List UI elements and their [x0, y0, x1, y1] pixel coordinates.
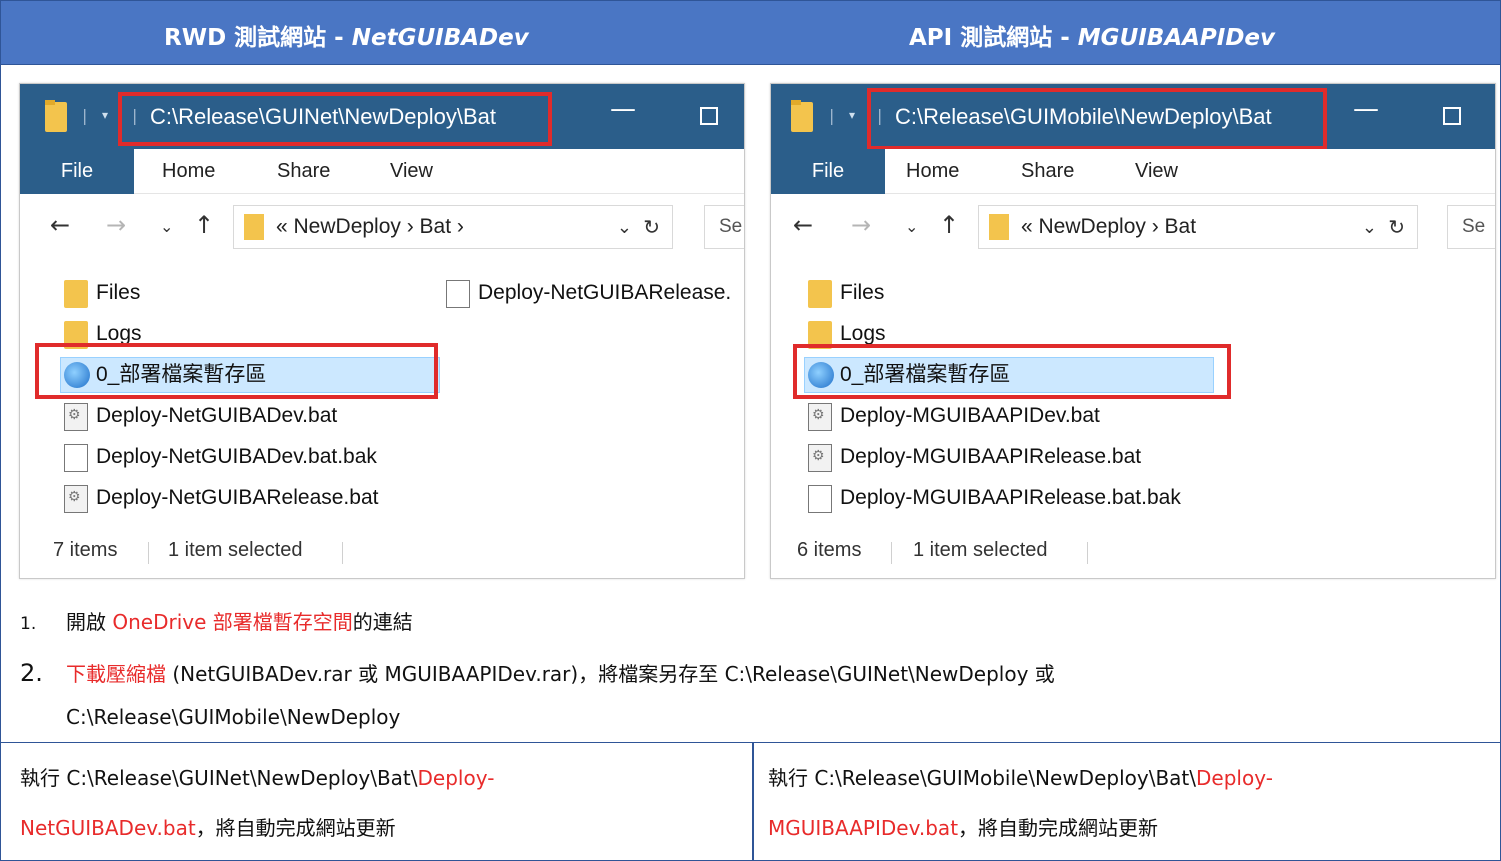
refresh-icon[interactable]: ↻ [643, 215, 660, 239]
path-highlight-box [867, 88, 1327, 150]
minimize-button[interactable]: — [1353, 94, 1379, 124]
instruction-text: ，將自動完成網站更新 [195, 816, 396, 840]
path-highlight-box [118, 92, 552, 146]
tab-view[interactable]: View [1135, 149, 1178, 194]
step-2: 2. 下載壓縮檔 (NetGUIBADev.rar 或 MGUIBAAPIDev.… [20, 658, 1055, 687]
refresh-icon[interactable]: ↻ [1388, 215, 1405, 239]
chevron-down-icon[interactable]: ⌄ [617, 217, 632, 238]
right-header-title: API 測試網站 - MGUIBAAPIDev [909, 25, 1276, 51]
folder-icon [64, 280, 88, 308]
right-explorer-window: | ▾ | C:\Release\GUIMobile\NewDeploy\Bat… [770, 83, 1496, 579]
forward-arrow-icon[interactable]: → [851, 211, 871, 239]
tab-file[interactable]: File [20, 149, 134, 194]
chevron-down-icon[interactable]: ⌄ [1362, 217, 1377, 238]
folder-icon [45, 100, 67, 132]
left-run-instruction: 執行 C:\Release\GUINet\NewDeploy\Bat\Deplo… [20, 753, 494, 803]
titlebar[interactable]: | ▾ | C:\Release\GUINet\NewDeploy\Bat — [20, 84, 744, 149]
quick-access-arrow-icon[interactable]: ▾ [849, 108, 855, 122]
item-count: 6 items [797, 539, 862, 561]
divider [891, 542, 892, 564]
recent-locations-icon[interactable]: ⌄ [905, 217, 918, 236]
header-bar: RWD 測試網站 - NetGUIBADev API 測試網站 - MGUIBA… [0, 0, 1501, 65]
up-arrow-icon[interactable]: ↑ [194, 211, 214, 239]
bat-file-icon [64, 485, 88, 513]
item-count: 7 items [53, 539, 118, 561]
bat-file-icon [808, 403, 832, 431]
quick-access-arrow-icon[interactable]: ▾ [102, 108, 108, 122]
tab-view[interactable]: View [390, 149, 433, 194]
bat-link[interactable]: MGUIBAAPIDev.bat [768, 816, 958, 840]
instruction-text: ，將自動完成網站更新 [958, 816, 1159, 840]
frame-left-border [0, 0, 1, 861]
file-list: Files Logs 0_部署檔案暫存區 Deploy-MGUIBAAPIDev… [771, 274, 1495, 534]
search-input[interactable]: Se [704, 205, 744, 249]
selected-item-highlight-box [35, 343, 438, 399]
step-text: 開啟 [66, 610, 113, 634]
bat-file-icon [808, 444, 832, 472]
recent-locations-icon[interactable]: ⌄ [160, 217, 173, 236]
minimize-button[interactable]: — [610, 94, 636, 124]
back-arrow-icon[interactable]: ← [50, 211, 70, 239]
document-icon [446, 280, 470, 308]
right-run-instruction-line2: MGUIBAAPIDev.bat，將自動完成網站更新 [768, 803, 1158, 853]
step-1: 1. 開啟 OneDrive 部署檔暫存空間的連結 [20, 606, 413, 635]
tab-share[interactable]: Share [277, 149, 330, 194]
divider [148, 542, 149, 564]
address-text: « NewDeploy › Bat › [276, 215, 464, 238]
tab-home[interactable]: Home [162, 149, 215, 194]
divider [342, 542, 343, 564]
bat-link[interactable]: Deploy- [418, 766, 495, 790]
folder-icon [244, 214, 264, 240]
bottom-divider [752, 742, 754, 861]
bat-file-icon [64, 403, 88, 431]
folder-icon [989, 214, 1009, 240]
titlebar[interactable]: | ▾ | C:\Release\GUIMobile\NewDeploy\Bat… [771, 84, 1495, 150]
left-header-title: RWD 測試網站 - NetGUIBADev [164, 25, 529, 51]
separator: | [82, 106, 88, 125]
left-explorer-window: | ▾ | C:\Release\GUINet\NewDeploy\Bat — … [19, 83, 745, 579]
instruction-text: 執行 C:\Release\GUIMobile\NewDeploy\Bat\ [768, 766, 1197, 790]
folder-icon [808, 280, 832, 308]
tab-home[interactable]: Home [906, 149, 959, 194]
step-text: (NetGUIBADev.rar 或 MGUIBAAPIDev.rar)，將檔案… [166, 662, 1055, 686]
separator: | [829, 106, 835, 125]
file-list: Files Logs 0_部署檔案暫存區 Deploy-NetGUIBADev.… [20, 274, 744, 534]
selection-count: 1 item selected [913, 539, 1048, 561]
divider [1087, 542, 1088, 564]
address-text: « NewDeploy › Bat [1021, 215, 1197, 238]
document-icon [64, 444, 88, 472]
forward-arrow-icon[interactable]: → [106, 211, 126, 239]
tab-share[interactable]: Share [1021, 149, 1074, 194]
download-archive-link[interactable]: 下載壓縮檔 [66, 662, 166, 686]
selection-count: 1 item selected [168, 539, 303, 561]
folder-icon [791, 100, 813, 132]
bat-link[interactable]: Deploy- [1196, 766, 1273, 790]
bat-link[interactable]: NetGUIBADev.bat [20, 816, 196, 840]
navigation-row: ← → ⌄ ↑ « NewDeploy › Bat ⌄ ↻ Se [771, 195, 1495, 255]
navigation-row: ← → ⌄ ↑ « NewDeploy › Bat › ⌄ ↻ Se [20, 195, 744, 255]
address-bar[interactable]: « NewDeploy › Bat › ⌄ ↻ [233, 205, 673, 249]
ribbon: File Home Share View [771, 149, 1495, 194]
status-bar: 6 items 1 item selected [771, 529, 1495, 574]
address-bar[interactable]: « NewDeploy › Bat ⌄ ↻ [978, 205, 1418, 249]
maximize-button[interactable] [1443, 107, 1461, 125]
left-run-instruction-line2: NetGUIBADev.bat，將自動完成網站更新 [20, 803, 396, 853]
instruction-text: 執行 C:\Release\GUINet\NewDeploy\Bat\ [20, 766, 418, 790]
step-number: 2. [20, 659, 43, 687]
right-run-instruction: 執行 C:\Release\GUIMobile\NewDeploy\Bat\De… [768, 753, 1273, 803]
document-icon [808, 485, 832, 513]
step-number: 1. [20, 614, 37, 634]
onedrive-link[interactable]: OneDrive 部署檔暫存空間 [112, 610, 352, 634]
maximize-button[interactable] [700, 107, 718, 125]
back-arrow-icon[interactable]: ← [793, 211, 813, 239]
selected-item-highlight-box [793, 344, 1231, 399]
step-2-continued: C:\Release\GUIMobile\NewDeploy [66, 705, 401, 729]
status-bar: 7 items 1 item selected [20, 529, 744, 574]
ribbon: File Home Share View [20, 149, 744, 194]
tab-file[interactable]: File [771, 149, 885, 194]
step-text: 的連結 [352, 610, 413, 634]
search-input[interactable]: Se [1447, 205, 1495, 249]
up-arrow-icon[interactable]: ↑ [939, 211, 959, 239]
